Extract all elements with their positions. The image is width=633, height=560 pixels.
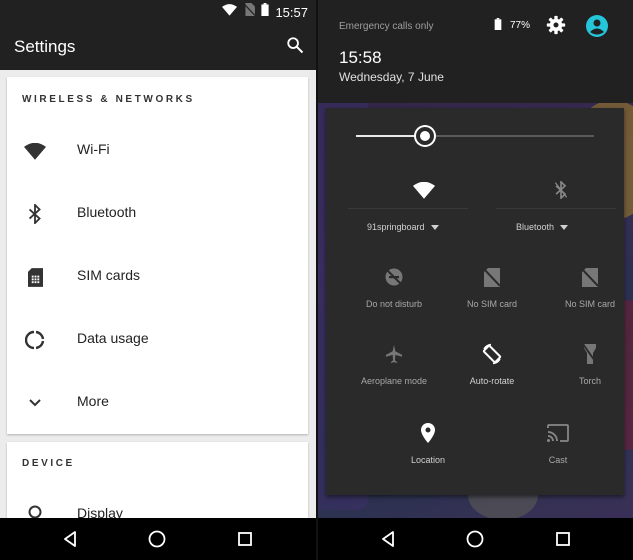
caret-down-icon bbox=[430, 224, 439, 230]
tile-label: Torch bbox=[578, 376, 601, 386]
wireless-networks-card: WIRELESS & NETWORKS Wi-Fi Bluetooth SIM … bbox=[7, 77, 308, 434]
no-sim-icon bbox=[243, 3, 256, 21]
qs-date: Wednesday, 7 June bbox=[339, 70, 444, 84]
tile-label: Cast bbox=[548, 455, 568, 465]
navigation-bar bbox=[318, 518, 633, 560]
settings-item-more[interactable]: More bbox=[7, 374, 308, 430]
section-header-device: DEVICE bbox=[22, 458, 75, 469]
navigation-bar bbox=[0, 518, 316, 560]
settings-screen: 15:57 Settings WIRELESS & NETWORKS Wi-Fi… bbox=[0, 0, 316, 560]
data-usage-icon bbox=[24, 329, 46, 351]
tile-no-sim-2[interactable]: No SIM card bbox=[540, 265, 633, 309]
home-icon[interactable] bbox=[147, 529, 167, 549]
back-icon[interactable] bbox=[60, 529, 80, 549]
settings-item-label: Data usage bbox=[77, 330, 149, 346]
tile-no-sim-1[interactable]: No SIM card bbox=[442, 265, 542, 309]
wifi-icon bbox=[364, 178, 484, 202]
settings-item-label: SIM cards bbox=[77, 267, 141, 283]
dnd-off-icon bbox=[344, 265, 444, 289]
bluetooth-off-icon bbox=[501, 178, 621, 202]
recents-icon[interactable] bbox=[553, 529, 573, 549]
quick-settings-panel: 91springboard Bluetooth Do not disturb N… bbox=[326, 108, 624, 495]
emergency-calls-text: Emergency calls only bbox=[339, 21, 434, 32]
no-sim-icon bbox=[540, 265, 633, 289]
cast-icon bbox=[508, 421, 608, 445]
gear-icon[interactable] bbox=[546, 15, 566, 40]
wifi-network-dropdown[interactable]: 91springboard bbox=[367, 222, 439, 232]
bluetooth-dropdown[interactable]: Bluetooth bbox=[516, 222, 569, 232]
tile-label: Aeroplane mode bbox=[360, 376, 428, 386]
sim-card-icon bbox=[24, 266, 46, 288]
tile-label: Do not disturb bbox=[365, 299, 423, 309]
search-icon[interactable] bbox=[286, 36, 304, 59]
tile-torch[interactable]: Torch bbox=[540, 342, 633, 386]
tile-location[interactable]: Location bbox=[378, 421, 478, 465]
bluetooth-label: Bluetooth bbox=[516, 222, 555, 232]
auto-rotate-icon bbox=[442, 342, 542, 366]
wifi-divider bbox=[348, 208, 468, 209]
home-icon[interactable] bbox=[465, 529, 485, 549]
wifi-tile[interactable] bbox=[364, 178, 484, 202]
tile-auto-rotate[interactable]: Auto-rotate bbox=[442, 342, 542, 386]
brightness-fill bbox=[356, 135, 426, 137]
settings-item-label: Bluetooth bbox=[77, 204, 137, 220]
no-sim-icon bbox=[442, 265, 542, 289]
battery-icon bbox=[261, 3, 270, 21]
battery-icon bbox=[494, 18, 502, 33]
wifi-icon bbox=[24, 140, 46, 162]
status-bar: 15:57 bbox=[0, 0, 316, 24]
chevron-down-icon bbox=[24, 392, 46, 414]
airplane-icon bbox=[344, 342, 444, 366]
page-title: Settings bbox=[14, 37, 76, 56]
tile-cast[interactable]: Cast bbox=[508, 421, 608, 465]
battery-status: 77% bbox=[494, 18, 530, 33]
wifi-signal-icon bbox=[222, 3, 238, 21]
quick-settings-header: Emergency calls only 77% 15:58 Wednesday… bbox=[318, 0, 633, 103]
tile-label: No SIM card bbox=[564, 299, 615, 309]
location-icon bbox=[378, 421, 478, 445]
settings-item-bluetooth[interactable]: Bluetooth bbox=[7, 185, 308, 241]
battery-percent: 77% bbox=[510, 20, 531, 31]
settings-item-sim-cards[interactable]: SIM cards bbox=[7, 248, 308, 304]
bluetooth-icon bbox=[24, 203, 46, 225]
section-header-wireless: WIRELESS & NETWORKS bbox=[22, 94, 195, 105]
app-bar: Settings bbox=[0, 24, 316, 70]
brightness-thumb[interactable] bbox=[416, 127, 435, 145]
settings-item-label: Wi-Fi bbox=[77, 141, 110, 157]
recents-icon[interactable] bbox=[235, 529, 255, 549]
tile-do-not-disturb[interactable]: Do not disturb bbox=[344, 265, 444, 309]
tile-label: No SIM card bbox=[466, 299, 517, 309]
torch-icon bbox=[540, 342, 633, 366]
user-avatar-icon[interactable] bbox=[586, 15, 608, 42]
settings-item-label: More bbox=[77, 393, 109, 409]
back-icon[interactable] bbox=[378, 529, 398, 549]
caret-down-icon bbox=[560, 224, 569, 230]
wifi-network-label: 91springboard bbox=[367, 222, 425, 232]
tile-aeroplane-mode[interactable]: Aeroplane mode bbox=[344, 342, 444, 386]
tile-label: Auto-rotate bbox=[469, 376, 515, 386]
bluetooth-tile[interactable] bbox=[501, 178, 621, 202]
settings-item-wifi[interactable]: Wi-Fi bbox=[7, 122, 308, 178]
tile-label: Location bbox=[410, 455, 446, 465]
quick-settings-screen: Emergency calls only 77% 15:58 Wednesday… bbox=[318, 0, 633, 560]
status-clock: 15:57 bbox=[275, 4, 308, 20]
bluetooth-divider bbox=[496, 208, 616, 209]
brightness-slider[interactable] bbox=[356, 127, 594, 145]
settings-item-data-usage[interactable]: Data usage bbox=[7, 311, 308, 367]
qs-time: 15:58 bbox=[339, 48, 382, 67]
